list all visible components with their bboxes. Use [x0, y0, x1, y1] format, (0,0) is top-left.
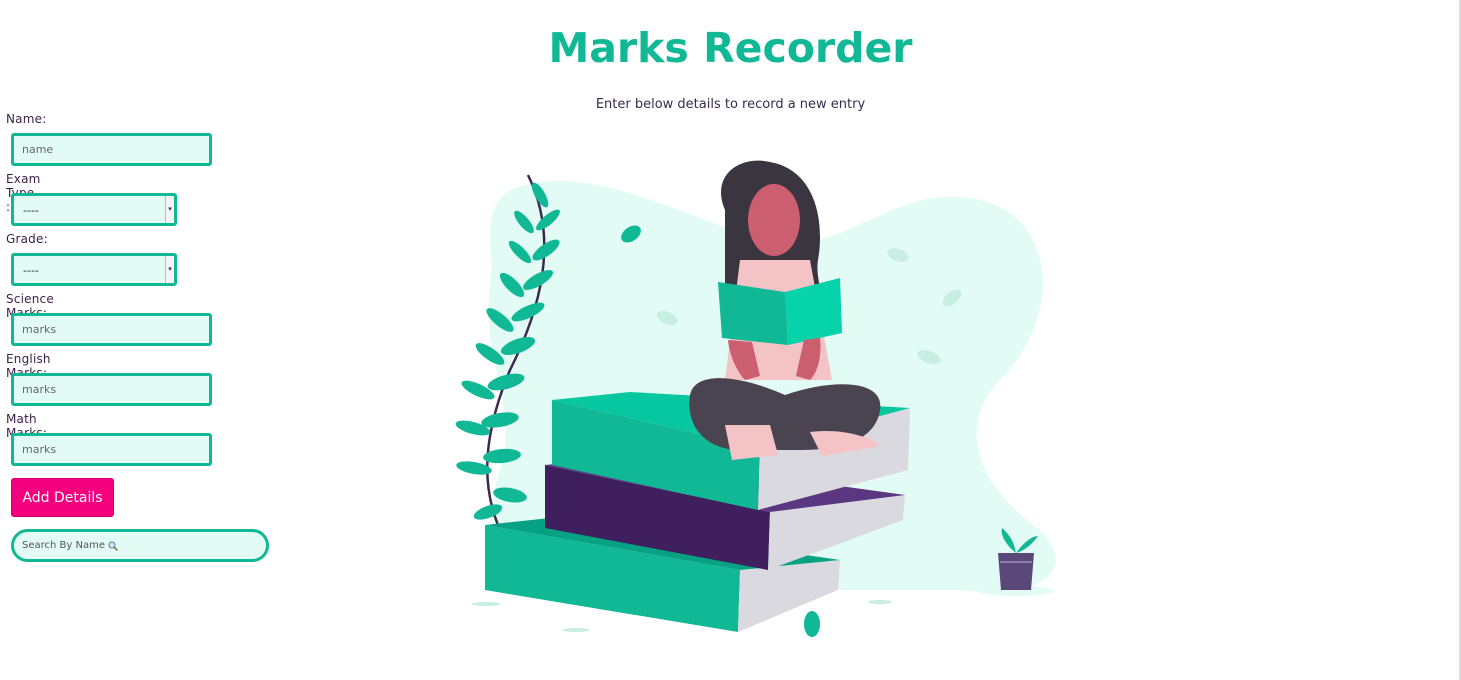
magnifier-icon [108, 540, 118, 551]
name-label: Name: [6, 112, 47, 126]
page-title: Marks Recorder [548, 24, 913, 72]
math-marks-input[interactable] [11, 433, 212, 466]
exam-type-selected: ---- [23, 204, 39, 217]
exam-type-select[interactable]: ---- ▾ [11, 193, 177, 226]
grade-label: Grade: [6, 232, 48, 246]
woman-reading-on-books-illustration [455, 160, 1056, 637]
page-subtitle: Enter below details to record a new entr… [595, 97, 866, 112]
name-input[interactable] [11, 133, 212, 166]
science-marks-input[interactable] [11, 313, 212, 346]
english-marks-input[interactable] [11, 373, 212, 406]
dropdown-arrow-icon: ▾ [165, 256, 174, 283]
grade-select[interactable]: ---- ▾ [11, 253, 177, 286]
search-input[interactable]: Search By Name [11, 529, 269, 562]
grade-selected: ---- [23, 264, 39, 277]
add-details-button[interactable]: Add Details [11, 478, 114, 517]
dropdown-arrow-icon: ▾ [165, 196, 174, 223]
search-placeholder: Search By Name [22, 540, 105, 551]
